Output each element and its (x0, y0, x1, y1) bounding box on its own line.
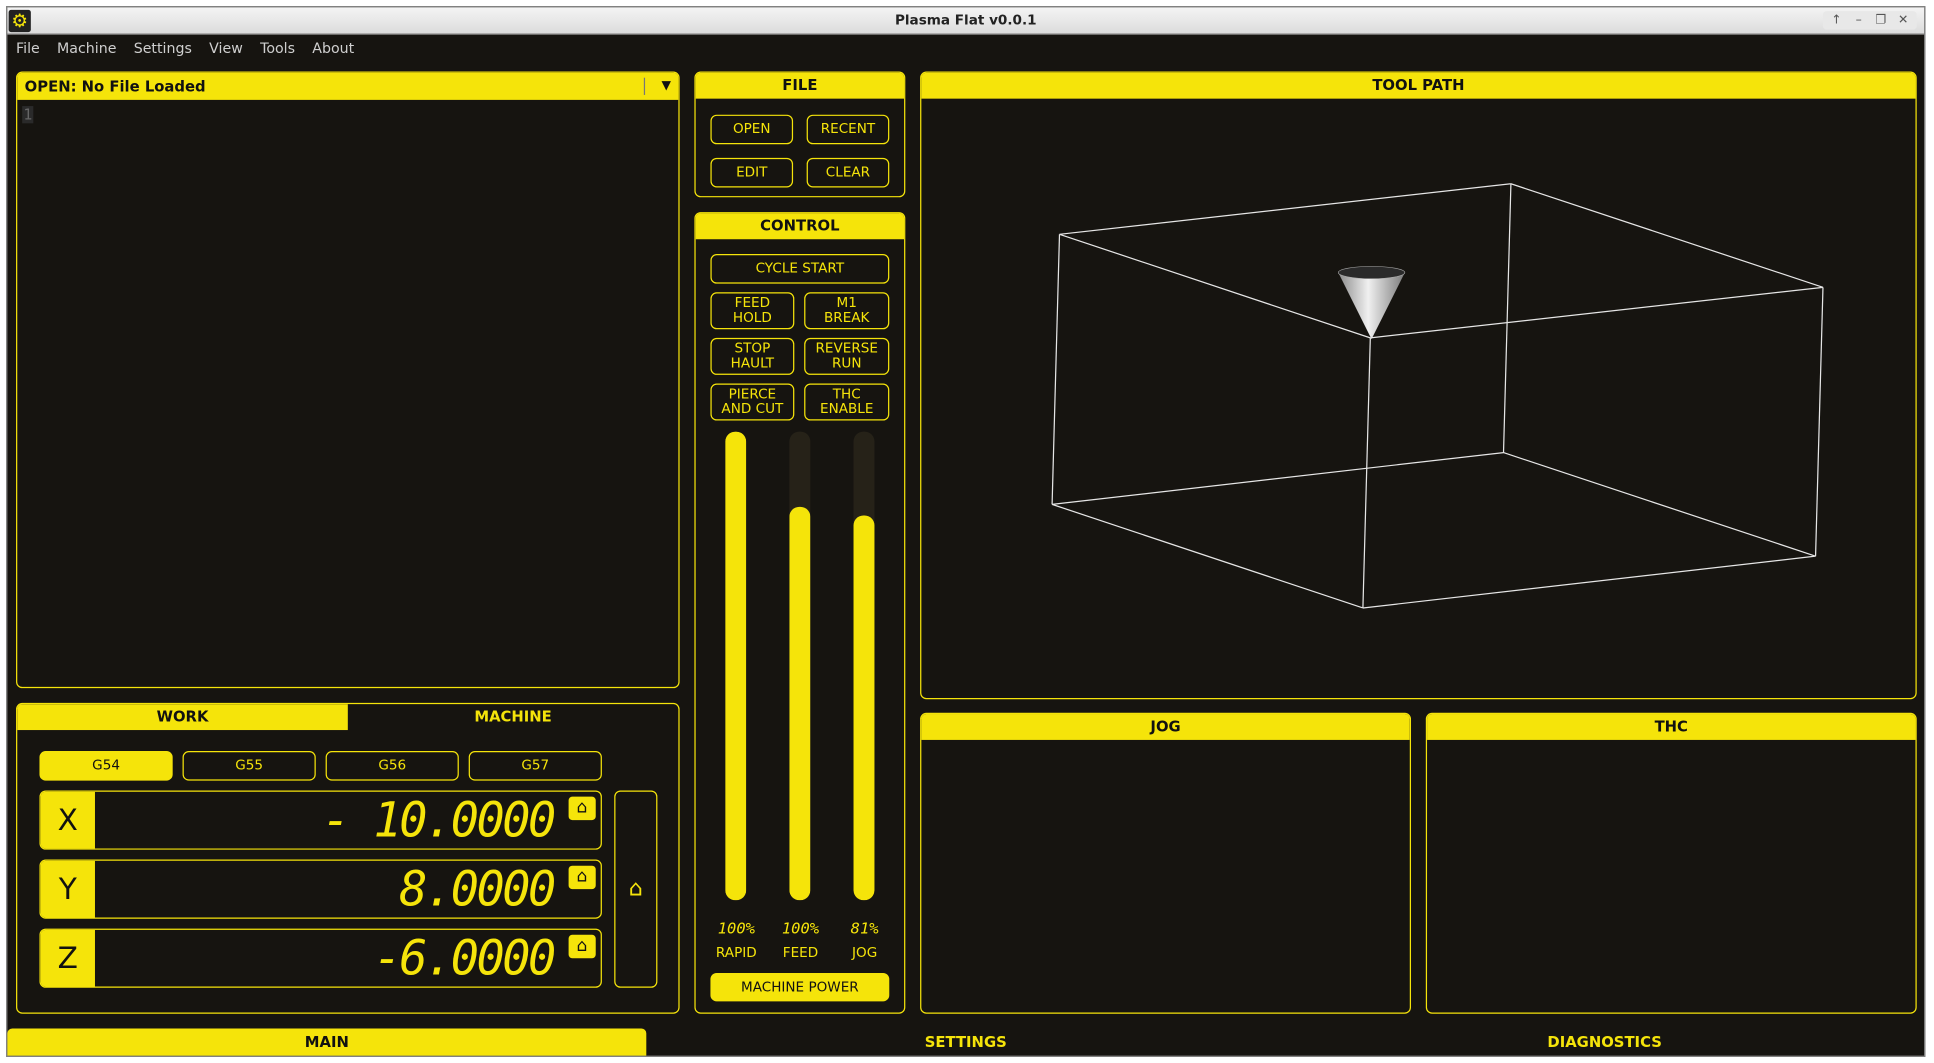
jog-percent: 81% (850, 918, 879, 938)
line-number: 1 (22, 106, 34, 124)
tab-main[interactable]: MAIN (7, 1028, 647, 1056)
axis-z-label: Z (40, 929, 95, 987)
menu-about[interactable]: About (312, 39, 354, 56)
feed-label: FEED (782, 944, 819, 961)
edit-button[interactable]: EDIT (710, 157, 794, 188)
minimize-button[interactable]: – (1849, 11, 1869, 29)
axis-z-value: -6.0000 (373, 930, 557, 986)
tool-path-panel: TOOL PATH (920, 71, 1917, 700)
main-tabs: MAIN SETTINGS DIAGNOSTICS (7, 1028, 1924, 1056)
file-panel-title: FILE (695, 72, 905, 99)
dro-x: X - 10.0000 ⌂ (39, 790, 602, 850)
dro-tabs: WORK MACHINE (17, 704, 679, 731)
feed-override-slider[interactable] (789, 431, 811, 901)
jog-label: JOG (852, 944, 878, 961)
axis-x-value: - 10.0000 (322, 792, 556, 848)
tool-path-title: TOOL PATH (921, 72, 1916, 99)
main-window: ⚙ Plasma Flat v0.0.1 ↑ – ❐ ✕ File Machin… (6, 6, 1926, 1057)
offset-g54-button[interactable]: G54 (39, 751, 173, 781)
chevron-down-icon[interactable]: ▼ (643, 77, 671, 95)
home-icon[interactable]: ⌂ (568, 865, 596, 890)
gcode-editor-panel: OPEN: No File Loaded ▼ 1 (16, 71, 680, 689)
menu-tools[interactable]: Tools (260, 39, 295, 56)
title-bar: ⚙ Plasma Flat v0.0.1 ↑ – ❐ ✕ (7, 7, 1925, 35)
tool-cone-icon (1337, 266, 1406, 340)
jog-panel: JOG (920, 712, 1412, 1014)
control-panel: CONTROL CYCLE START FEED HOLD M1 BREAK S… (694, 212, 906, 1014)
clear-button[interactable]: CLEAR (806, 157, 890, 188)
machine-power-button[interactable]: MACHINE POWER (710, 972, 890, 1002)
tab-work[interactable]: WORK (17, 704, 348, 731)
menu-machine[interactable]: Machine (57, 39, 116, 56)
jog-override-slider[interactable] (853, 431, 875, 901)
offset-g56-button[interactable]: G56 (325, 751, 459, 781)
reverse-run-button[interactable]: REVERSE RUN (804, 337, 890, 375)
axis-x-label: X (40, 791, 95, 849)
dro-panel: WORK MACHINE G54 G55 G56 G57 X - 10.0000… (16, 702, 680, 1014)
maximize-button[interactable]: ❐ (1871, 11, 1891, 29)
tab-diagnostics[interactable]: DIAGNOSTICS (1285, 1028, 1924, 1055)
feed-hold-button[interactable]: FEED HOLD (710, 292, 795, 330)
dro-z: Z -6.0000 ⌂ (39, 928, 602, 988)
jog-title: JOG (921, 714, 1410, 740)
window-title: Plasma Flat v0.0.1 (894, 12, 1037, 29)
menu-view[interactable]: View (209, 39, 243, 56)
thc-enable-button[interactable]: THC ENABLE (804, 383, 890, 421)
axis-y-value: 8.0000 (399, 861, 556, 917)
file-panel: FILE OPEN RECENT EDIT CLEAR (694, 71, 906, 198)
feed-override-fill (789, 506, 811, 901)
window-controls: ↑ – ❐ ✕ (1822, 11, 1917, 30)
home-icon[interactable]: ⌂ (568, 796, 596, 821)
tab-machine[interactable]: MACHINE (348, 704, 679, 730)
stop-hault-button[interactable]: STOP HAULT (710, 337, 795, 375)
cycle-start-button[interactable]: CYCLE START (710, 254, 890, 284)
open-button[interactable]: OPEN (710, 114, 794, 145)
open-file-label: OPEN: No File Loaded (24, 77, 206, 95)
m1-break-button[interactable]: M1 BREAK (804, 292, 890, 330)
pierce-and-cut-button[interactable]: PIERCE AND CUT (710, 383, 795, 421)
control-panel-title: CONTROL (695, 213, 905, 240)
menu-bar: File Machine Settings View Tools About (7, 35, 1924, 62)
rapid-override-fill (725, 431, 747, 901)
recent-button[interactable]: RECENT (806, 114, 890, 145)
home-icon[interactable]: ⌂ (568, 934, 596, 959)
rapid-override-slider[interactable] (725, 431, 747, 901)
window-shade-button[interactable]: ↑ (1827, 11, 1847, 29)
file-open-bar[interactable]: OPEN: No File Loaded ▼ (17, 72, 679, 100)
dro-y: Y 8.0000 ⌂ (39, 859, 602, 919)
rapid-label: RAPID (715, 944, 757, 961)
menu-file[interactable]: File (16, 39, 40, 56)
menu-settings[interactable]: Settings (134, 39, 192, 56)
feed-percent: 100% (781, 918, 820, 938)
thc-title: THC (1427, 714, 1916, 740)
rapid-percent: 100% (717, 918, 755, 938)
tool-path-view[interactable] (921, 99, 1916, 700)
offset-g55-button[interactable]: G55 (182, 751, 316, 781)
home-all-button[interactable]: ⌂ (614, 790, 658, 988)
close-button[interactable]: ✕ (1893, 11, 1913, 29)
axis-y-label: Y (40, 860, 95, 918)
home-icon: ⌂ (628, 875, 643, 902)
offset-g57-button[interactable]: G57 (468, 751, 602, 781)
jog-override-fill (853, 515, 875, 901)
thc-panel: THC (1425, 712, 1917, 1014)
tab-settings[interactable]: SETTINGS (646, 1028, 1285, 1055)
